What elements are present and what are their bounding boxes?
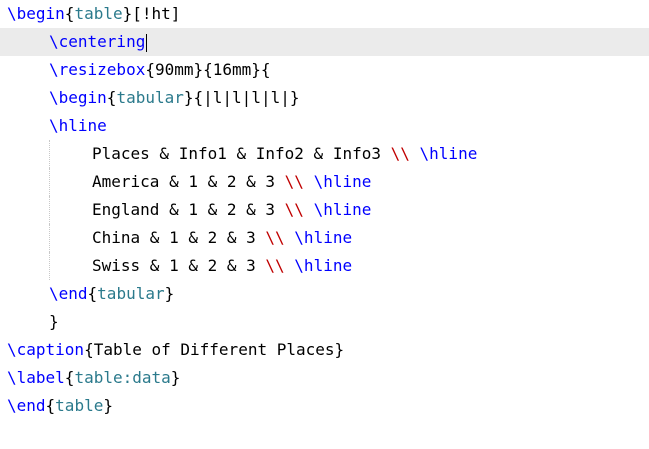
indent-guide [49, 196, 50, 224]
code-line-2-current[interactable]: \centering [0, 28, 649, 56]
table-row-text: England & 1 & 2 & 3 [92, 200, 285, 219]
code-line-15[interactable]: \end{table} [0, 392, 649, 420]
latex-command: \hline [313, 172, 372, 191]
latex-command: \end [49, 284, 88, 303]
line-break: \\ [265, 228, 285, 247]
latex-argument: tabular [116, 88, 184, 107]
line-break: \\ [284, 200, 304, 219]
latex-argument: table:data [74, 368, 171, 387]
line-break: \\ [265, 256, 285, 275]
code-line-8[interactable]: England & 1 & 2 & 3 \\ \hline [0, 196, 649, 224]
table-row-text: China & 1 & 2 & 3 [92, 228, 266, 247]
latex-command: \hline [294, 228, 353, 247]
latex-command: \hline [294, 256, 353, 275]
latex-command: \caption [7, 340, 85, 359]
line-break: \\ [284, 172, 304, 191]
latex-command: \resizebox [49, 60, 146, 79]
code-line-3[interactable]: \resizebox{90mm}{16mm}{ [0, 56, 649, 84]
code-line-5[interactable]: \hline [0, 112, 649, 140]
latex-argument: {90mm}{16mm}{ [145, 60, 271, 79]
latex-column-spec: {|l|l|l|l|} [193, 88, 300, 107]
latex-option: [!ht] [132, 4, 181, 23]
table-row-text: Swiss & 1 & 2 & 3 [92, 256, 266, 275]
latex-command: \begin [49, 88, 107, 107]
latex-command: \centering [49, 32, 146, 51]
closing-brace: } [49, 312, 59, 331]
latex-command: \hline [49, 116, 107, 135]
line-break: \\ [390, 144, 410, 163]
code-line-9[interactable]: China & 1 & 2 & 3 \\ \hline [0, 224, 649, 252]
indent-guide [49, 224, 50, 252]
table-row-text: Places & Info1 & Info2 & Info3 [92, 144, 391, 163]
code-line-14[interactable]: \label{table:data} [0, 364, 649, 392]
latex-command: \end [7, 396, 46, 415]
code-line-7[interactable]: America & 1 & 2 & 3 \\ \hline [0, 168, 649, 196]
code-line-4[interactable]: \begin{tabular}{|l|l|l|l|} [0, 84, 649, 112]
indent-guide [49, 140, 50, 168]
code-line-6[interactable]: Places & Info1 & Info2 & Info3 \\ \hline [0, 140, 649, 168]
indent-guide [49, 168, 50, 196]
latex-argument: table [55, 396, 104, 415]
indent-guide [49, 252, 50, 280]
latex-command: \hline [313, 200, 372, 219]
code-editor[interactable]: \begin{table}[!ht] \centering \resizebox… [0, 0, 649, 449]
latex-command: \hline [419, 144, 478, 163]
latex-argument: table [74, 4, 123, 23]
table-row-text: America & 1 & 2 & 3 [92, 172, 285, 191]
code-line-1[interactable]: \begin{table}[!ht] [0, 0, 649, 28]
latex-argument: {Table of Different Places} [84, 340, 345, 359]
code-line-10[interactable]: Swiss & 1 & 2 & 3 \\ \hline [0, 252, 649, 280]
code-line-13[interactable]: \caption{Table of Different Places} [0, 336, 649, 364]
latex-argument: tabular [97, 284, 165, 303]
code-line-12[interactable]: } [0, 308, 649, 336]
latex-command: \begin [7, 4, 65, 23]
latex-command: \label [7, 368, 65, 387]
text-cursor [146, 33, 148, 52]
code-line-11[interactable]: \end{tabular} [0, 280, 649, 308]
